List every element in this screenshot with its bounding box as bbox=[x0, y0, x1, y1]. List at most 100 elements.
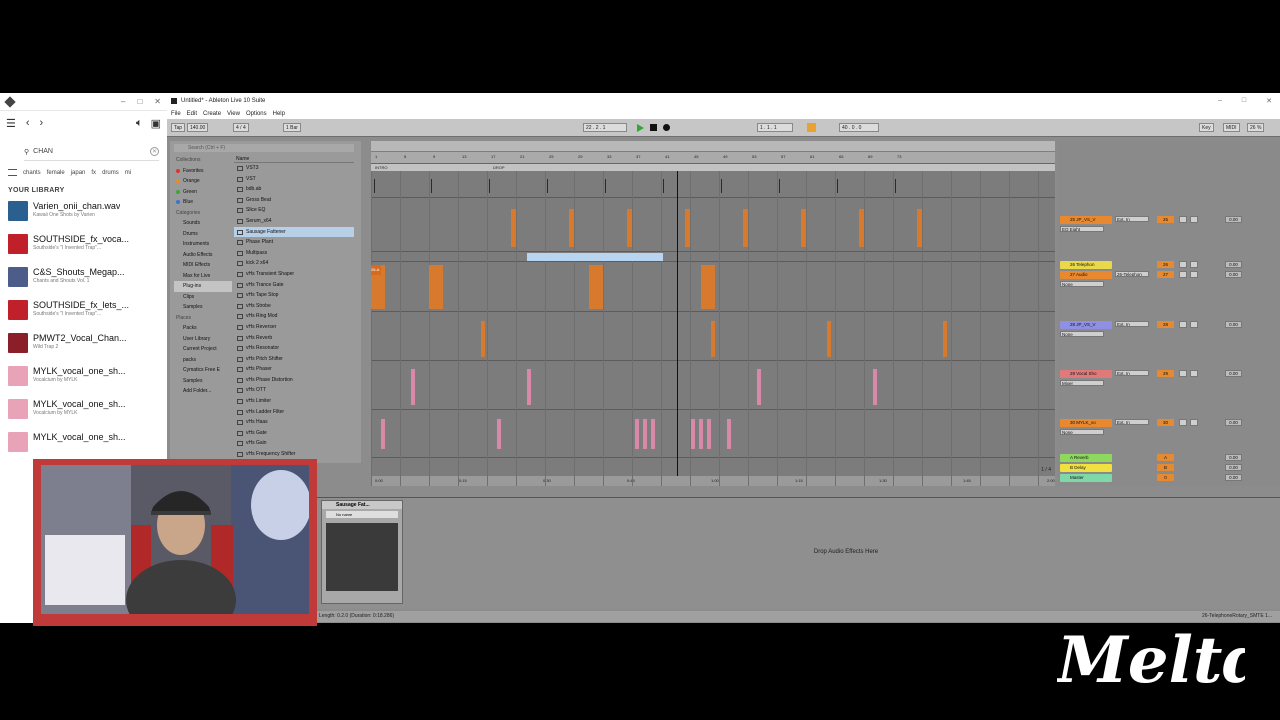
menu-file[interactable]: File bbox=[171, 111, 181, 117]
input-type-menu[interactable]: Ext. In bbox=[1115, 370, 1149, 376]
input-channel-menu[interactable]: None bbox=[1060, 281, 1104, 287]
clear-search-icon[interactable]: ✕ bbox=[150, 147, 159, 156]
play-button[interactable] bbox=[637, 124, 644, 132]
input-channel-menu[interactable]: None bbox=[1060, 429, 1104, 435]
volume-value[interactable]: 0.00 bbox=[1225, 261, 1242, 268]
audio-clip[interactable] bbox=[801, 209, 806, 247]
input-channel-menu[interactable]: Mixer bbox=[1060, 380, 1104, 386]
plugin-item[interactable]: vHs Gain bbox=[234, 438, 354, 449]
place-item[interactable]: Samples bbox=[174, 376, 232, 387]
plugin-item[interactable]: vHs Phaser bbox=[234, 364, 354, 375]
audio-clip[interactable]: 26-A bbox=[371, 265, 385, 309]
return-letter[interactable]: B bbox=[1157, 464, 1174, 471]
minimize-button[interactable]: – bbox=[121, 97, 125, 106]
plugin-item[interactable]: Gross Beat bbox=[234, 195, 354, 206]
input-type-menu[interactable]: Ext. In bbox=[1115, 419, 1149, 425]
return-name[interactable]: Master bbox=[1060, 474, 1112, 482]
plugin-item[interactable]: vHs Haas bbox=[234, 417, 354, 428]
plugin-item[interactable]: Phase Plant bbox=[234, 237, 354, 248]
arm-button[interactable] bbox=[1190, 271, 1198, 278]
sample-list-item[interactable]: PMWT2_Vocal_Chan... Wild Trap 2 bbox=[0, 330, 167, 363]
quantize-menu[interactable]: 1 Bar bbox=[283, 123, 301, 132]
loop-toggle[interactable] bbox=[807, 123, 816, 132]
plugin-item[interactable]: vHs OTT bbox=[234, 385, 354, 396]
track-lane[interactable] bbox=[371, 410, 1055, 458]
input-type-menu[interactable]: 26-Telephon bbox=[1115, 271, 1149, 277]
key-map-button[interactable]: Key bbox=[1199, 123, 1214, 132]
tap-tempo-button[interactable]: Tap bbox=[171, 123, 186, 132]
solo-button[interactable] bbox=[1179, 321, 1187, 328]
audio-clip[interactable] bbox=[685, 209, 690, 247]
tag-chip[interactable]: chants bbox=[23, 170, 41, 176]
sample-list-item[interactable]: SOUTHSIDE_fx_voca... Southside's "I Inven… bbox=[0, 231, 167, 264]
category-item[interactable]: Drums bbox=[174, 229, 232, 240]
audio-clip[interactable] bbox=[699, 419, 703, 449]
selected-clip[interactable] bbox=[527, 253, 663, 261]
input-channel-menu[interactable]: EQ Eight bbox=[1060, 226, 1104, 232]
category-item[interactable]: Sounds bbox=[174, 218, 232, 229]
audio-clip[interactable] bbox=[589, 265, 603, 309]
menu-view[interactable]: View bbox=[227, 111, 240, 117]
maximize-button[interactable]: □ bbox=[1242, 97, 1246, 105]
plugin-item[interactable]: vHs Limiter bbox=[234, 396, 354, 407]
place-item[interactable]: packs bbox=[174, 355, 232, 366]
volume-value[interactable]: 0.00 bbox=[1225, 454, 1242, 461]
sample-title[interactable]: SOUTHSIDE_fx_lets_... bbox=[33, 300, 129, 310]
category-item[interactable]: Clips bbox=[174, 292, 232, 303]
window-icon[interactable]: ▣ bbox=[151, 117, 161, 130]
loop-length-field[interactable]: 40 . 0 . 0 bbox=[839, 123, 879, 132]
collection-item[interactable]: Green bbox=[174, 187, 232, 198]
collection-item[interactable]: Favorites bbox=[174, 166, 232, 177]
menu-options[interactable]: Options bbox=[246, 111, 267, 117]
filter-icon[interactable] bbox=[8, 169, 17, 176]
solo-button[interactable] bbox=[1179, 419, 1187, 426]
track-lane[interactable] bbox=[371, 252, 1055, 262]
locator-drop[interactable]: DROP bbox=[493, 165, 505, 170]
sample-list-item[interactable]: MYLK_vocal_one_sh... Vocalcium by MYLK bbox=[0, 396, 167, 429]
place-item[interactable]: Add Folder... bbox=[174, 386, 232, 397]
audio-clip[interactable] bbox=[497, 419, 501, 449]
sample-list-item[interactable]: MYLK_vocal_one_sh... Vocalcium by MYLK bbox=[0, 363, 167, 396]
plugin-item[interactable]: Serum_x64 bbox=[234, 216, 354, 227]
plugin-item[interactable]: vHs Ladder Filter bbox=[234, 407, 354, 418]
audio-clip[interactable] bbox=[511, 209, 516, 247]
category-item[interactable]: Max for Live bbox=[174, 271, 232, 282]
audio-clip[interactable] bbox=[643, 419, 647, 449]
category-item[interactable]: Plug-ins bbox=[174, 281, 232, 292]
close-button[interactable]: ✕ bbox=[154, 97, 161, 106]
sample-title[interactable]: C&S_Shouts_Megap... bbox=[33, 267, 125, 277]
plugin-item[interactable]: vHs Reverser bbox=[234, 322, 354, 333]
track-activator[interactable]: 25 bbox=[1157, 216, 1174, 223]
menu-edit[interactable]: Edit bbox=[187, 111, 197, 117]
loop-start-field[interactable]: 1 . 1 . 1 bbox=[757, 123, 793, 132]
audio-clip[interactable] bbox=[727, 419, 731, 449]
track-lane[interactable] bbox=[371, 171, 1055, 198]
volume-value[interactable]: 0.00 bbox=[1225, 321, 1242, 328]
return-letter[interactable]: A bbox=[1157, 454, 1174, 461]
browser-search-input[interactable]: Search (Ctrl + F) bbox=[174, 144, 354, 152]
input-type-menu[interactable]: Ext. In bbox=[1115, 216, 1149, 222]
menu-create[interactable]: Create bbox=[203, 111, 221, 117]
search-bar[interactable]: ⚲ CHAN ✕ bbox=[24, 143, 159, 161]
sample-title[interactable]: SOUTHSIDE_fx_voca... bbox=[33, 234, 129, 244]
tag-chip[interactable]: fx bbox=[91, 170, 96, 176]
return-letter[interactable]: 0 bbox=[1157, 474, 1174, 481]
minimize-button[interactable]: – bbox=[1218, 97, 1222, 105]
audio-clip[interactable] bbox=[481, 321, 485, 357]
track-activator[interactable]: 27 bbox=[1157, 271, 1174, 278]
name-column-header[interactable]: Name bbox=[234, 155, 354, 163]
device-title[interactable]: Sausage Fat... bbox=[322, 501, 402, 509]
place-item[interactable]: Current Project bbox=[174, 344, 232, 355]
sample-title[interactable]: MYLK_vocal_one_sh... bbox=[33, 432, 126, 442]
folder-item[interactable]: VST bbox=[234, 174, 354, 185]
audio-clip[interactable] bbox=[527, 369, 531, 405]
sample-list-item[interactable]: C&S_Shouts_Megap... Chants and Shouts Vol… bbox=[0, 264, 167, 297]
audio-clip[interactable] bbox=[859, 209, 864, 247]
preset-menu[interactable]: No name bbox=[326, 511, 398, 518]
category-item[interactable]: Samples bbox=[174, 302, 232, 313]
arm-button[interactable] bbox=[1190, 419, 1198, 426]
volume-icon[interactable]: 🔈︎ bbox=[136, 117, 143, 130]
sample-title[interactable]: Varien_onii_chan.wav bbox=[33, 201, 120, 211]
input-channel-menu[interactable]: None bbox=[1060, 331, 1104, 337]
track-activator[interactable]: 28 bbox=[1157, 321, 1174, 328]
